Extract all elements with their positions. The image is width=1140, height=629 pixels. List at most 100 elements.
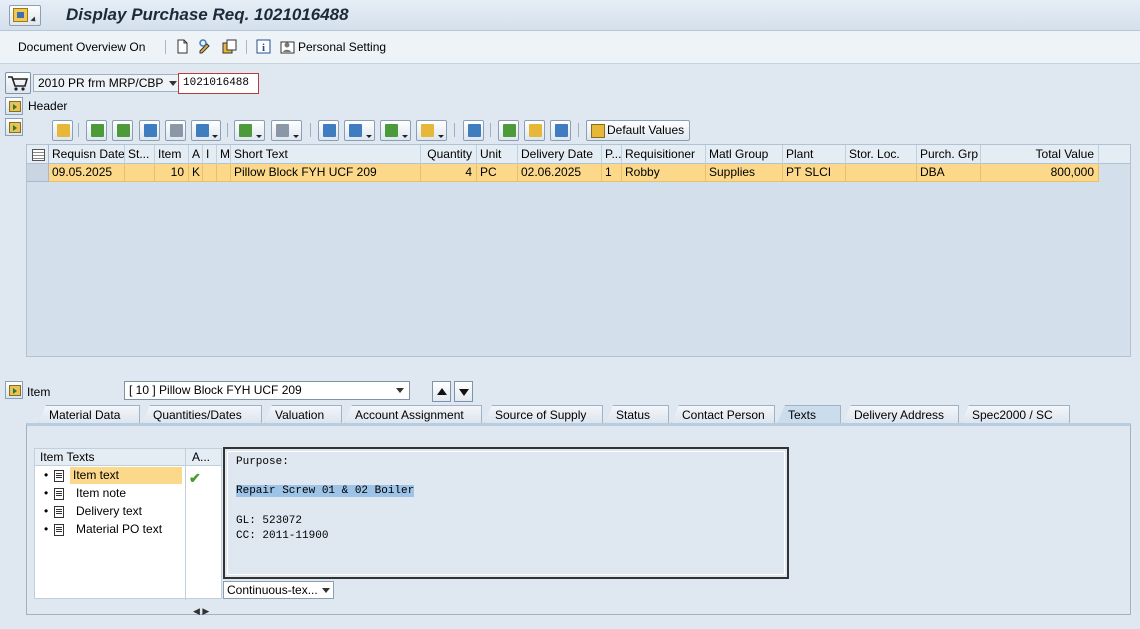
- text-editor-area[interactable]: Purpose: Repair Screw 01 & 02 Boiler GL:…: [227, 451, 785, 575]
- chevron-down-icon: [256, 135, 262, 138]
- column-header-stor-loc[interactable]: Stor. Loc.: [846, 145, 917, 164]
- cell-ma[interactable]: [217, 164, 231, 182]
- tab-status[interactable]: Status: [605, 405, 669, 424]
- tab-delivery-address[interactable]: Delivery Address: [843, 405, 959, 424]
- item-select[interactable]: [ 10 ] Pillow Block FYH UCF 209: [124, 381, 410, 400]
- other-document-icon[interactable]: [222, 39, 237, 54]
- list-item-material-po-text[interactable]: • Material PO text: [35, 521, 185, 539]
- print-button[interactable]: [318, 120, 339, 141]
- list-item-label: Delivery text: [76, 504, 143, 518]
- filter-button[interactable]: [191, 120, 221, 141]
- text-format-select[interactable]: Continuous-tex...: [223, 581, 334, 599]
- cell-item[interactable]: 10: [155, 164, 189, 182]
- find-next-button[interactable]: [165, 120, 186, 141]
- column-header-requisitioner[interactable]: Requisitioner: [622, 145, 706, 164]
- cell-p[interactable]: 1: [602, 164, 622, 182]
- column-header-status[interactable]: St...: [125, 145, 155, 164]
- toolbar-separator: [310, 123, 311, 137]
- tab-contact-person[interactable]: Contact Person: [671, 405, 775, 424]
- cell-requisitioner[interactable]: Robby: [622, 164, 706, 182]
- column-header-plant[interactable]: Plant: [783, 145, 846, 164]
- layout-icon: [421, 124, 434, 137]
- list-item-item-note[interactable]: • Item note: [35, 485, 185, 503]
- tab-source-of-supply[interactable]: Source of Supply: [484, 405, 603, 424]
- document-icon: [54, 488, 64, 500]
- collapse-item-detail-button[interactable]: [5, 381, 23, 399]
- tab-quantities-dates[interactable]: Quantities/Dates: [142, 405, 262, 424]
- tab-account-assignment[interactable]: Account Assignment: [344, 405, 482, 424]
- next-item-button[interactable]: [454, 381, 473, 402]
- svg-text:i: i: [262, 42, 265, 54]
- tab-spec2000-sc[interactable]: Spec2000 / SC: [961, 405, 1070, 424]
- cell-matl-group[interactable]: Supplies: [706, 164, 783, 182]
- tab-valuation[interactable]: Valuation: [264, 405, 342, 424]
- column-header-ma[interactable]: Ma: [217, 145, 231, 164]
- column-header-requisn-date[interactable]: Requisn Date: [49, 145, 125, 164]
- sort-descending-button[interactable]: [112, 120, 133, 141]
- list-item-item-text[interactable]: • Item text: [35, 467, 185, 485]
- expand-header-button[interactable]: [5, 97, 23, 115]
- active-column-header[interactable]: A...: [187, 449, 210, 466]
- cell-status[interactable]: [125, 164, 155, 182]
- column-header-a[interactable]: A: [189, 145, 203, 164]
- item-texts-column-header[interactable]: Item Texts: [35, 449, 94, 466]
- default-values-button[interactable]: Default Values: [586, 120, 690, 141]
- assign-icon: [529, 124, 542, 137]
- document-type-button[interactable]: [5, 72, 31, 94]
- copy-items-button[interactable]: [498, 120, 519, 141]
- column-header-p[interactable]: P...: [602, 145, 622, 164]
- select-all-icon[interactable]: [27, 145, 49, 164]
- application-toolbar: Document Overview On i Personal Setting: [0, 31, 1140, 64]
- row-selector[interactable]: [27, 164, 49, 182]
- column-header-delivery-date[interactable]: Delivery Date: [518, 145, 602, 164]
- previous-item-button[interactable]: [432, 381, 451, 402]
- cell-a[interactable]: K: [189, 164, 203, 182]
- total-button[interactable]: [234, 120, 265, 141]
- info-icon[interactable]: i: [256, 39, 271, 54]
- cell-short-text[interactable]: Pillow Block FYH UCF 209: [231, 164, 421, 182]
- find-button[interactable]: [139, 120, 160, 141]
- account-assignment-button[interactable]: [524, 120, 545, 141]
- tab-material-data[interactable]: Material Data: [38, 405, 140, 424]
- column-header-matl-group[interactable]: Matl Group: [706, 145, 783, 164]
- cell-unit[interactable]: PC: [477, 164, 518, 182]
- tab-texts[interactable]: Texts: [777, 405, 841, 424]
- column-header-i[interactable]: I: [203, 145, 217, 164]
- layout-button[interactable]: [416, 120, 447, 141]
- column-header-item[interactable]: Item: [155, 145, 189, 164]
- column-header-purch-grp[interactable]: Purch. Grp: [917, 145, 981, 164]
- cell-plant[interactable]: PT SLCI: [783, 164, 846, 182]
- list-item-delivery-text[interactable]: • Delivery text: [35, 503, 185, 521]
- document-number-field[interactable]: 1021016488: [178, 73, 259, 94]
- cell-stor-loc[interactable]: [846, 164, 917, 182]
- personal-setting-icon[interactable]: [280, 39, 295, 54]
- column-header-short-text[interactable]: Short Text: [231, 145, 421, 164]
- document-overview-button[interactable]: Document Overview On: [18, 40, 145, 54]
- personal-setting-button[interactable]: Personal Setting: [298, 40, 386, 54]
- cell-purch-grp[interactable]: DBA: [917, 164, 981, 182]
- cell-quantity[interactable]: 4: [421, 164, 477, 182]
- create-document-icon[interactable]: [175, 39, 190, 54]
- details-button[interactable]: [52, 120, 73, 141]
- collapse-item-overview-button[interactable]: [5, 118, 23, 136]
- cell-i[interactable]: [203, 164, 217, 182]
- column-header-total-value[interactable]: Total Value: [981, 145, 1099, 164]
- sap-menu-button[interactable]: [9, 5, 41, 26]
- column-header-quantity[interactable]: Quantity: [421, 145, 477, 164]
- export-button[interactable]: [380, 120, 411, 141]
- cell-requisn-date[interactable]: 09.05.2025: [49, 164, 125, 182]
- cell-delivery-date[interactable]: 02.06.2025: [518, 164, 602, 182]
- chevron-down-icon: [396, 388, 404, 393]
- views-button[interactable]: [344, 120, 375, 141]
- info-button[interactable]: [463, 120, 484, 141]
- cell-total-value[interactable]: 800,000: [981, 164, 1099, 182]
- column-header-unit[interactable]: Unit: [477, 145, 518, 164]
- display-change-icon[interactable]: [198, 39, 213, 54]
- subtotal-button[interactable]: [271, 120, 302, 141]
- services-button[interactable]: [550, 120, 571, 141]
- sort-ascending-button[interactable]: [86, 120, 107, 141]
- text-editor[interactable]: Purpose: Repair Screw 01 & 02 Boiler GL:…: [223, 447, 789, 579]
- checkmark-icon: ✔: [189, 470, 201, 486]
- horizontal-scroll-arrows[interactable]: ◀ ▶: [193, 606, 209, 617]
- document-type-select[interactable]: 2010 PR frm MRP/CBP: [33, 74, 182, 92]
